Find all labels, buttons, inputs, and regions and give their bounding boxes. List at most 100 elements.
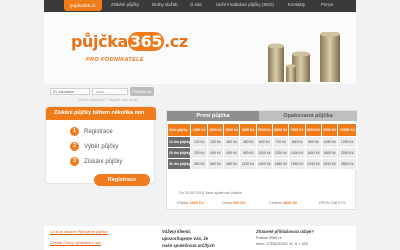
row-label: 10 dní půjčky (166, 136, 192, 148)
summary-loan: Půjčka 2000 Kč (177, 201, 204, 205)
row-label: 30 dní půjčky (166, 158, 192, 170)
step-number: 3 (70, 157, 79, 166)
price-cell[interactable]: 2800 Kč (337, 158, 357, 170)
top-navigation: pujcka365.cz Získání půjčky Druhy služeb… (44, 0, 356, 12)
price-cell[interactable]: 840 Kč (223, 158, 241, 170)
nav-item-ziskani-pujcky[interactable]: Získání půjčky (111, 2, 139, 7)
footer-notice-line-1: Vážení klienti, (162, 229, 192, 234)
price-cell[interactable]: 1960 Kč (288, 158, 306, 170)
footer-contact-line-1: Poštou 3989 nt (256, 236, 282, 240)
amount-cell[interactable]: 4000 Kč (239, 123, 257, 137)
logo-number: 365 (127, 32, 165, 51)
price-cell[interactable]: 2000 Kč (337, 147, 357, 159)
logo-suffix: .cz (164, 32, 188, 51)
footer-link-situace[interactable]: Co to je situace Půjčujeme půjčky! (50, 230, 108, 234)
summary-label: Úroky (222, 201, 232, 205)
price-cell[interactable]: 1120 Kč (239, 158, 257, 170)
price-cell[interactable]: 720 Kč (272, 136, 290, 148)
price-cell[interactable]: 360 Kč (223, 136, 241, 148)
site-logo[interactable]: půjčka 365 .cz (71, 32, 188, 51)
summary-value: 2600 Kč (282, 201, 298, 205)
footer-link-vyhledem[interactable]: Chcete Český výhledem s nás (50, 241, 101, 245)
forgot-login-link[interactable]: Nevíte přihlášení? Napište nám email (78, 98, 138, 102)
password-input[interactable]: •••••• (92, 88, 128, 95)
price-cell[interactable]: 1080 Kč (321, 136, 339, 148)
login-button[interactable]: Přihlásit se (130, 87, 154, 96)
price-cell[interactable]: 1600 Kč (304, 147, 323, 159)
summary-label: RPSN (319, 201, 330, 205)
tagline: PRO PODNIKATELE (86, 57, 144, 63)
nav-item-kalkulace[interactable]: Úvěrní kalkulaci půjčky (SKD) (216, 2, 274, 7)
nav-item-kontakty[interactable]: Kontakty (288, 2, 305, 7)
price-cell[interactable]: 1400 Kč (288, 147, 306, 159)
amount-cell[interactable]: 6000 Kč (272, 123, 290, 137)
summary-label: Půjčka (177, 201, 189, 205)
amount-cell[interactable]: 3000 Kč (223, 123, 241, 137)
price-cell[interactable]: 280 Kč (190, 158, 208, 170)
price-table: Výše půjčky 1000 Kč 2000 Kč 3000 Kč 4000… (166, 123, 357, 170)
footer-notice-line-2: upozorňujeme Vás, že (162, 236, 209, 241)
step-label: Získání půjčky (84, 158, 123, 165)
summary-value: 600 Kč (232, 201, 246, 205)
price-cell[interactable]: 480 Kč (239, 136, 257, 148)
price-cell[interactable]: 600 Kč (223, 147, 241, 159)
step-registrace[interactable]: 1 Registrace (70, 127, 113, 136)
amount-cell[interactable]: 9000 Kč (321, 123, 339, 137)
price-cell[interactable]: 2240 Kč (304, 158, 323, 170)
table-row: 20 dní půjčky 200 Kč 400 Kč 600 Kč 800 K… (166, 147, 357, 159)
footer-contact-line-2: hmm. ZTRACENO: kt. S. ř 423 (256, 242, 308, 246)
amount-cell[interactable]: 7000 Kč (288, 123, 306, 137)
price-cell[interactable]: 1800 Kč (321, 147, 339, 159)
amount-cell[interactable]: 5000 Kč (255, 123, 274, 137)
price-cell[interactable]: 960 Kč (304, 136, 323, 148)
price-cell[interactable]: 600 Kč (255, 136, 274, 148)
amount-cell[interactable]: 1000 Kč (190, 123, 208, 137)
summary-value: 2000 Kč (189, 201, 204, 205)
footer-contact-heading: Ztracené přihlašovací údaje? (256, 229, 314, 234)
summary-value: 248.97% (330, 201, 346, 205)
price-table-header-row: Výše půjčky 1000 Kč 2000 Kč 3000 Kč 4000… (166, 123, 357, 137)
amount-cell[interactable]: 8000 Kč (304, 123, 323, 137)
table-row: 30 dní půjčky 280 Kč 560 Kč 840 Kč 1120 … (166, 158, 357, 170)
step-vyber-pujcky[interactable]: 2 Výběr půjčky (70, 142, 118, 151)
summary-rpsn: RPSN 248.97% (319, 201, 346, 205)
price-cell[interactable]: 240 Kč (206, 136, 225, 148)
price-cell[interactable]: 1680 Kč (272, 158, 290, 170)
price-cell[interactable]: 1200 Kč (337, 136, 357, 148)
nav-item-o-nas[interactable]: O nás (190, 2, 202, 7)
tab-repeat-loan[interactable]: Opakovaná půjčka (259, 111, 357, 121)
steps-panel: Získání půjčky během několika min 1 Regi… (45, 106, 156, 186)
coin-stack-left (268, 43, 284, 82)
repayment-note: Do 03.09.2015 Vaše splatnost částka (179, 191, 242, 195)
logo-prefix: půjčka (71, 32, 128, 51)
price-cell[interactable]: 560 Kč (206, 158, 225, 170)
price-cell[interactable]: 1400 Kč (255, 158, 274, 170)
step-ziskani-pujcky[interactable]: 3 Získání půjčky (70, 157, 122, 166)
step-label: Výběr půjčky (84, 143, 119, 150)
coin-stack-right (320, 32, 340, 82)
price-cell[interactable]: 800 Kč (239, 147, 257, 159)
nav-item-ponce[interactable]: Ponce (321, 2, 333, 7)
nav-item-druhy-sluzeb[interactable]: Druhy služeb (152, 2, 178, 7)
tab-first-loan[interactable]: První půjčka (167, 111, 259, 121)
price-cell[interactable]: 2520 Kč (321, 158, 339, 170)
page: pujcka365.cz Získání půjčky Druhy služeb… (0, 0, 400, 250)
login-bar: ID uživatele •••••• Přihlásit se Nevíte … (44, 84, 356, 108)
register-button[interactable]: Registrace (94, 174, 150, 186)
price-cell[interactable]: 200 Kč (190, 147, 208, 159)
amount-cell[interactable]: 2000 Kč (206, 123, 225, 137)
price-cell[interactable]: 1200 Kč (272, 147, 290, 159)
header: půjčka 365 .cz PRO PODNIKATELE (44, 12, 356, 84)
summary-interest: Úroky 600 Kč (222, 201, 245, 205)
steps-title: Získání půjčky během několika min (46, 107, 156, 120)
price-cell[interactable]: 1000 Kč (255, 147, 274, 159)
price-cell[interactable]: 400 Kč (206, 147, 225, 159)
amount-cell[interactable]: 10000 Kč (337, 123, 357, 137)
coin-stack-small (286, 64, 296, 82)
table-row: 10 dní půjčky 120 Kč 240 Kč 360 Kč 480 K… (166, 136, 357, 148)
price-cell[interactable]: 120 Kč (190, 136, 208, 148)
user-id-input[interactable]: ID uživatele (50, 88, 90, 95)
footer-notice-line-3: naše společnost určitých (162, 243, 215, 248)
nav-item-home[interactable]: pujcka365.cz (64, 0, 102, 11)
price-cell[interactable]: 840 Kč (288, 136, 306, 148)
